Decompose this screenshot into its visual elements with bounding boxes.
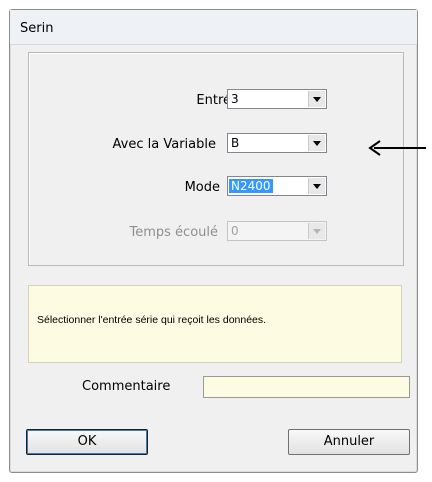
window-title: Serin xyxy=(20,21,54,36)
comment-input[interactable] xyxy=(203,376,410,398)
info-text: Sélectionner l'entrée série qui reçoit l… xyxy=(37,314,267,326)
temps-select: 0 xyxy=(227,221,327,241)
settings-panel: Entrée 3 Avec la Variable B Mode N2400 T… xyxy=(28,52,404,266)
temps-value: 0 xyxy=(231,224,239,238)
cancel-button[interactable]: Annuler xyxy=(288,429,410,455)
title-bar: Serin xyxy=(10,10,417,45)
temps-label: Temps écoulé xyxy=(129,225,219,240)
mode-select[interactable]: N2400 xyxy=(227,176,327,196)
mode-value: N2400 xyxy=(229,179,273,193)
entree-label: Entrée xyxy=(196,93,239,108)
entree-select[interactable]: 3 xyxy=(227,89,327,109)
ok-button[interactable]: OK xyxy=(26,429,148,455)
chevron-down-icon[interactable] xyxy=(308,91,325,107)
variable-select[interactable]: B xyxy=(227,133,327,153)
arrow-left-icon xyxy=(368,140,426,156)
entree-value: 3 xyxy=(231,92,239,106)
comment-label: Commentaire xyxy=(82,379,171,394)
variable-value: B xyxy=(231,136,240,150)
variable-label: Avec la Variable xyxy=(112,137,216,152)
chevron-down-icon xyxy=(308,223,325,239)
info-box: Sélectionner l'entrée série qui reçoit l… xyxy=(28,285,402,363)
chevron-down-icon[interactable] xyxy=(308,178,325,194)
chevron-down-icon[interactable] xyxy=(308,135,325,151)
mode-label: Mode xyxy=(184,180,220,195)
